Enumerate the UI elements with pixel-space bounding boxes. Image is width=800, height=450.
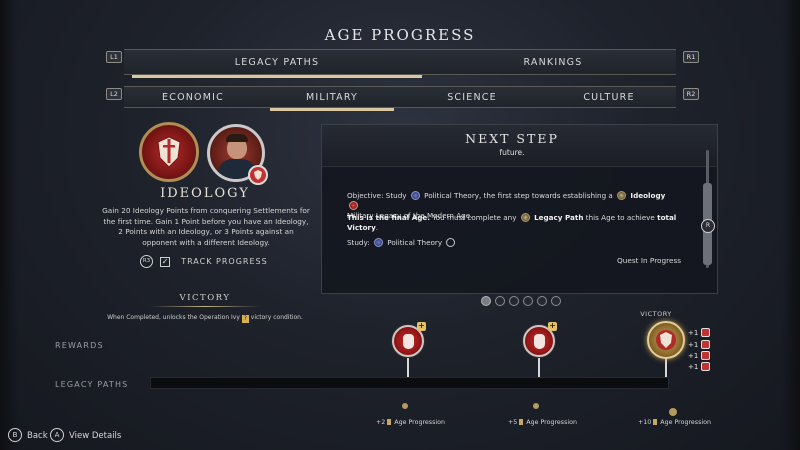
r1-button-hint[interactable]: R1 (683, 51, 699, 63)
military-badge-icon (248, 165, 268, 185)
political-theory-icon (373, 238, 383, 247)
milestone-progress-text: +5 Age Progression (508, 419, 577, 426)
study-item[interactable]: Political Theory (387, 238, 442, 247)
page-dot[interactable] (551, 296, 561, 306)
page-title: AGE PROGRESS (324, 26, 476, 44)
quest-status: Quest In Progress (617, 256, 682, 265)
b-button-hint: B (8, 428, 22, 442)
next-step-panel: NEXT STEP future. Objective: Study Polit… (321, 124, 718, 294)
tab-science[interactable]: SCIENCE (402, 87, 542, 109)
track-progress-checkbox[interactable]: ✓ (160, 256, 171, 267)
final-age-text: This is the final Age. You must complete… (347, 213, 677, 232)
bonus-icon (701, 362, 711, 371)
track-progress-label: TRACK PROGRESS (181, 257, 268, 266)
final-age-bold: This is the final Age. (347, 213, 431, 222)
tab-military[interactable]: MILITARY (262, 87, 402, 111)
victory-divider (150, 306, 260, 307)
legacy-path-icon (520, 213, 530, 222)
milestone-progress-text: +2 Age Progression (376, 419, 445, 426)
victory-unlock-text: When Completed, unlocks the Operation Iv… (100, 314, 310, 323)
study-label: Study: (347, 238, 370, 247)
tab-economic[interactable]: ECONOMIC (124, 87, 262, 109)
ideology-description: Gain 20 Ideology Points from conquering … (102, 206, 310, 247)
l2-button-hint[interactable]: L2 (106, 88, 122, 100)
military-icon (349, 201, 358, 210)
victory-reward-icon[interactable] (647, 321, 685, 359)
milestone-pin (665, 358, 667, 377)
rewards-row-label: REWARDS (55, 341, 104, 350)
next-step-title: NEXT STEP (465, 131, 559, 146)
operation-ivy-icon: ? (241, 315, 249, 323)
category-tab-bar: ECONOMIC MILITARY SCIENCE CULTURE (124, 86, 676, 111)
final-age-rest-a: You must complete any (432, 213, 517, 222)
victory-bonus-item: +1 (688, 351, 711, 360)
tab-legacy-paths[interactable]: LEGACY PATHS (124, 50, 430, 78)
left-vignette (0, 0, 18, 450)
ideology-medal-icon (139, 122, 199, 182)
r-stick-hint: R (701, 219, 715, 233)
victory-bonus-item: +1 (688, 328, 711, 337)
r2-button-hint[interactable]: R2 (683, 88, 699, 100)
l1-button-hint[interactable]: L1 (106, 51, 122, 63)
right-vignette (782, 0, 800, 450)
objective-prefix: Objective: Study (347, 191, 407, 200)
ideology-icon (617, 191, 627, 200)
legacy-paths-row-label: LEGACY PATHS (55, 380, 129, 389)
view-details-button[interactable]: A View Details (50, 428, 121, 444)
political-theory-icon (410, 191, 420, 200)
a-button-hint: A (50, 428, 64, 442)
page-dot[interactable] (537, 296, 547, 306)
final-age-total: total (657, 213, 677, 222)
military-reward-icon[interactable]: + (523, 322, 557, 357)
military-reward-icon[interactable]: + (392, 322, 426, 357)
victory-bonus-item: +1 (688, 340, 711, 349)
page-dot[interactable] (481, 296, 491, 306)
r3-button-hint: R3 (140, 255, 153, 268)
back-label: Back (27, 431, 48, 441)
bonus-icon (701, 340, 711, 349)
tab-rankings[interactable]: RANKINGS (430, 50, 676, 76)
milestone-progress-text: +10 Age Progression (638, 419, 711, 426)
page-dot[interactable] (495, 296, 505, 306)
victory-heading: VICTORY (179, 293, 231, 303)
milestone-pin (407, 356, 409, 377)
final-age-legacy: Legacy Path (534, 213, 584, 222)
tab-culture[interactable]: CULTURE (542, 87, 676, 109)
age-progress-icon (533, 403, 539, 409)
final-age-rest-b: this Age to achieve (585, 213, 655, 222)
ideology-title: IDEOLOGY (160, 186, 250, 201)
top-tab-bar: LEGACY PATHS RANKINGS (124, 49, 676, 78)
bonus-icon (701, 328, 711, 337)
study-status-circle-icon (446, 238, 456, 247)
victory-unlock-pre: When Completed, unlocks the Operation Iv… (107, 314, 240, 321)
victory-bonus-item: +1 (688, 362, 711, 371)
view-details-label: View Details (69, 431, 122, 441)
age-progress-icon (669, 408, 677, 416)
age-progress-icon (402, 403, 408, 409)
bonus-icon (701, 351, 711, 360)
objective-middle: Political Theory, the first step towards… (424, 191, 613, 200)
track-progress-row[interactable]: R3 ✓ TRACK PROGRESS (140, 251, 268, 268)
back-button[interactable]: B Back (8, 428, 48, 444)
objective-ideology: Ideology (630, 191, 666, 200)
victory-unlock-post: victory condition. (250, 314, 303, 321)
milestone-pin (538, 356, 540, 377)
legacy-path-progress-bar (150, 377, 669, 389)
page-dot[interactable] (523, 296, 533, 306)
final-age-victory: Victory (347, 223, 376, 232)
next-step-subtitle: future. (499, 148, 525, 157)
page-dot[interactable] (509, 296, 519, 306)
study-row: Study: Political Theory (347, 238, 457, 248)
victory-milestone-label: VICTORY (640, 310, 672, 318)
